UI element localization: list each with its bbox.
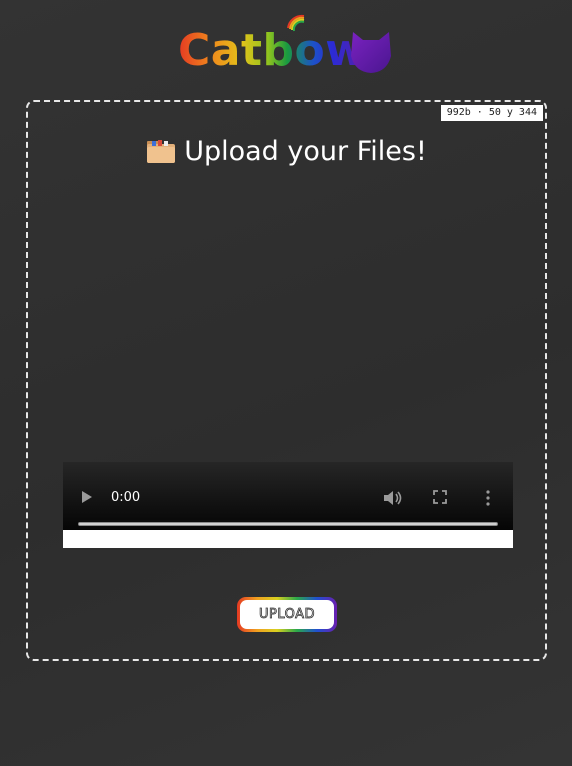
logo-text: Catbow xyxy=(178,25,367,76)
catbow-logo: Catbow xyxy=(178,12,398,78)
file-folder-icon xyxy=(147,140,176,163)
video-time: 0:00 xyxy=(111,490,141,505)
upload-heading-text: Upload your Files! xyxy=(184,136,427,167)
upload-button[interactable]: UPLOAD xyxy=(237,597,337,632)
more-options-icon[interactable] xyxy=(485,490,491,506)
play-icon[interactable] xyxy=(81,490,93,504)
upload-heading: Upload your Files! xyxy=(28,136,545,168)
upload-dropzone[interactable]: 992b · 50 y 344 Upload your Files! 0:00 xyxy=(26,100,547,661)
video-controls-bar: 0:00 xyxy=(63,462,513,530)
upload-button-label: UPLOAD xyxy=(240,600,334,629)
seek-bar[interactable] xyxy=(78,522,498,526)
fullscreen-icon[interactable] xyxy=(433,490,447,504)
video-bottom-strip xyxy=(63,530,513,548)
size-badge: 992b · 50 y 344 xyxy=(440,105,543,121)
volume-icon[interactable] xyxy=(383,490,403,506)
video-player[interactable]: 0:00 xyxy=(63,462,513,548)
cat-head-icon xyxy=(351,32,391,73)
